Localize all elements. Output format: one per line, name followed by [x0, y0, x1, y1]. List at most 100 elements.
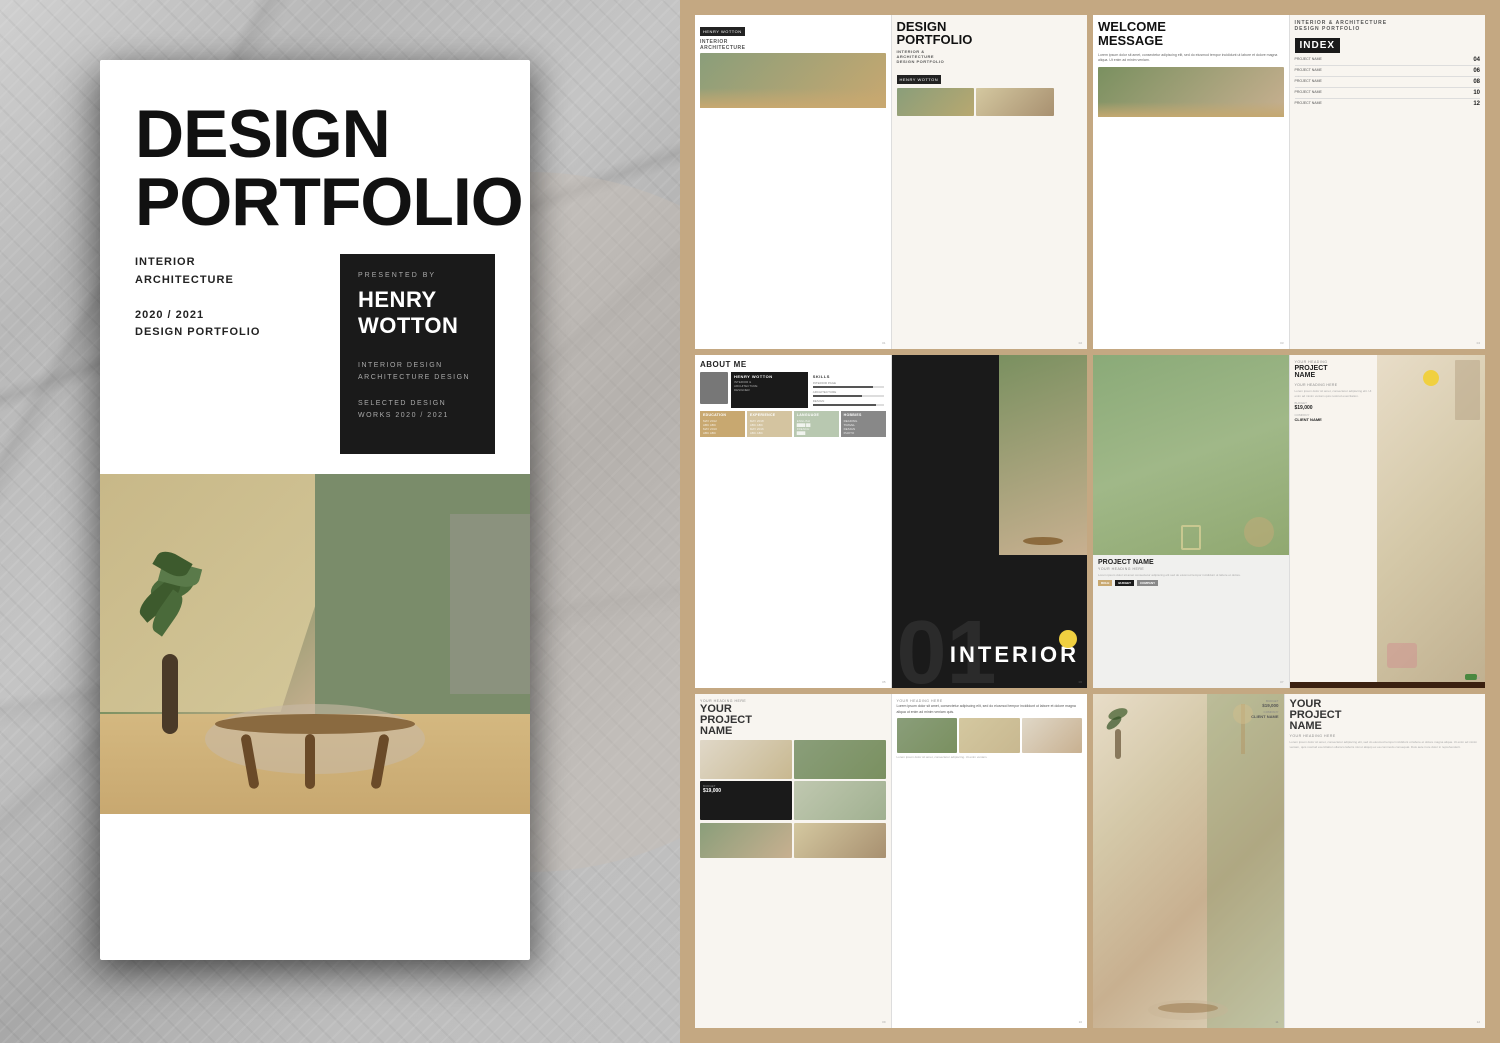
spread1-name-tag: HENRY WOTTON — [700, 27, 745, 36]
section-experience-text: MAY 2018ABC ABCMAY 2016ABC ABC — [750, 419, 789, 436]
spread-4: PROJECT NAME YOUR HEADING HERE Lorem ips… — [1093, 355, 1485, 689]
disc-element — [1244, 517, 1274, 547]
spread4-page-r: 08 — [1477, 676, 1480, 680]
spread3-left: ABOUT ME HENRY WOTTON INTERIOR &ARCHITEC… — [695, 355, 891, 689]
skill-2-bar-bg — [813, 395, 884, 397]
index-item-2-label: PROJECT NAME — [1295, 68, 1322, 74]
chair-element — [1181, 525, 1201, 550]
role-line2: ARCHITECTURE DESIGN — [358, 374, 470, 381]
cover-name: HENRY WOTTON — [358, 287, 477, 340]
spread5r-caption: Lorem ipsum dolor sit amet, consectetur … — [897, 755, 1083, 760]
spread1-title: DESIGNPORTFOLIO — [897, 20, 1083, 46]
spread4-right-label: YOUR HEADING — [1295, 360, 1379, 364]
room-plant-main — [130, 574, 210, 734]
section-hobbies-label: HOBBIES — [844, 413, 883, 417]
spread4-right: YOUR HEADING PROJECTNAME YOUR HEADING HE… — [1290, 355, 1486, 689]
year-line2: DESIGN PORTFOLIO — [135, 326, 260, 338]
spread-2: WELCOMEMESSAGE Lorem ipsum dolor sit ame… — [1093, 15, 1485, 349]
skill-2-label: ARCHITECTURE — [813, 390, 884, 394]
spread6-plant — [1103, 699, 1133, 759]
toy-car — [1465, 674, 1477, 680]
index-item-4-label: PROJECT NAME — [1295, 90, 1322, 96]
spread1-photo1 — [897, 88, 975, 116]
spread5r-small-label: YOUR HEADING HERE — [897, 699, 1083, 703]
cover-role-text: INTERIOR DESIGN ARCHITECTURE DESIGN SELE… — [358, 360, 477, 423]
index-list: PROJECT NAME 04 PROJECT NAME 06 PROJECT … — [1295, 57, 1481, 109]
spread4-tags: ROLE BUDGET COMPANY — [1098, 580, 1284, 586]
spread4-right-project: PROJECTNAME — [1295, 365, 1379, 380]
index-item-5: PROJECT NAME 12 — [1295, 101, 1481, 109]
photo-grid-1 — [700, 740, 792, 779]
cover-black-box: PRESENTED BY HENRY WOTTON INTERIOR DESIG… — [340, 254, 495, 454]
spread3-right: 01 INTERIOR PROJECT NAME LOREM IPSUM PRO… — [892, 355, 1088, 689]
title-line2: PORTFOLIO — [135, 164, 523, 240]
welcome-body: Lorem ipsum dolor sit amet, consectetur … — [1098, 53, 1284, 64]
skill-1-bar-bg — [813, 386, 884, 388]
spread4-company-value: CLIENT NAME — [1295, 417, 1379, 422]
spread4-bottom-bar — [1290, 682, 1486, 688]
subtitle-line2: ARCHITECTURE — [135, 274, 234, 286]
bottom-photo-2 — [794, 823, 886, 858]
spread6-meta: BUDGET $19,000 COMPANY CLIENT NAME — [1251, 699, 1278, 719]
index-item-3-label: PROJECT NAME — [1295, 79, 1322, 85]
spread4-right-body: Lorem ipsum dolor sit amet, consectetur … — [1295, 389, 1379, 398]
skill-3-bar-bg — [813, 404, 884, 406]
cover-main-title: DESIGN PORTFOLIO — [135, 100, 495, 236]
index-item-2-num: 06 — [1473, 68, 1480, 74]
spread6-body: Lorem ipsum dolor sit amet, consectetur … — [1290, 740, 1481, 750]
spread1-label1: INTERIORARCHITECTURE — [700, 39, 886, 51]
spread6-plant-leaves — [1103, 704, 1133, 739]
spread5r-photo2 — [959, 718, 1020, 753]
tag-company: COMPANY — [1137, 580, 1158, 586]
spread4-green-photo — [1093, 355, 1289, 555]
welcome-img — [1098, 67, 1284, 117]
spread3-page-l: 05 — [882, 680, 885, 684]
index-item-4: PROJECT NAME 10 — [1295, 90, 1481, 99]
spread4-page-l: 07 — [1280, 680, 1283, 684]
welcome-title: WELCOMEMESSAGE — [1098, 20, 1284, 49]
pink-chair — [1387, 643, 1417, 668]
cover-subtitle-row: INTERIOR ARCHITECTURE 2020 / 2021 DESIGN… — [135, 254, 495, 454]
right-panel: HENRY WOTTON INTERIORARCHITECTURE 01 DES… — [680, 0, 1500, 1043]
spread2-page-r: 04 — [1477, 341, 1480, 345]
year-line1: 2020 / 2021 — [135, 309, 204, 321]
spread4-budget-value: $19,000 — [1295, 405, 1379, 411]
skill-1-bar-fill — [813, 386, 873, 388]
spread-5: YOUR HEADING HERE YOURPROJECTNAME BUDGET… — [695, 694, 1087, 1028]
photo-grid-3: BUDGET $19,000 — [700, 781, 792, 820]
chapter-word: INTERIOR — [950, 642, 1079, 668]
bottom-photo-1 — [700, 823, 792, 858]
about-me-photo — [700, 372, 728, 404]
spread4-body: Lorem ipsum dolor sit amet consectetur a… — [1098, 573, 1284, 578]
plant-trunk — [162, 654, 178, 734]
spread4-project-name: PROJECT NAME — [1098, 559, 1284, 566]
spread6-left: BUDGET $19,000 COMPANY CLIENT NAME 11 — [1093, 694, 1284, 1028]
cover-photo-section — [100, 474, 530, 814]
spread5r-photo3 — [1022, 718, 1083, 753]
spread6-company: CLIENT NAME — [1251, 714, 1278, 719]
index-item-1: PROJECT NAME 04 — [1295, 57, 1481, 66]
chapter-right-photo — [999, 355, 1087, 555]
spread6-page-l: 11 — [1275, 1020, 1278, 1024]
photo-grid-4 — [794, 781, 886, 820]
spread1-room-img — [700, 53, 886, 108]
spread6-right: YOURPROJECTNAME YOUR HEADING HERE Lorem … — [1285, 694, 1486, 1028]
gray-accent-box — [450, 514, 530, 694]
section-hobbies: HOBBIES READINGTRAVELDESIGNPHOTO — [841, 411, 886, 438]
role-line1: INTERIOR DESIGN — [358, 362, 443, 369]
cover-top-section: DESIGN PORTFOLIO INTERIOR ARCHITECTURE 2… — [100, 60, 530, 474]
presented-by-label: PRESENTED BY — [358, 272, 477, 279]
spread2-right: INTERIOR & ARCHITECTUREDESIGN PORTFOLIO … — [1290, 15, 1486, 349]
index-item-3: PROJECT NAME 08 — [1295, 79, 1481, 88]
spread1-page-num: 01 — [882, 341, 885, 345]
coffee-table — [215, 714, 415, 734]
spread6-room-photo — [1093, 694, 1284, 1028]
section-language: LANGUAGE ENGLISH████ ██FRENCH████ — [794, 411, 839, 438]
section-language-text: ENGLISH████ ██FRENCH████ — [797, 419, 836, 436]
skill-2-bar-fill — [813, 395, 863, 397]
index-item-3-num: 08 — [1473, 79, 1480, 85]
spread5-left: YOUR HEADING HERE YOURPROJECTNAME BUDGET… — [695, 694, 891, 1028]
spread4-right-photo — [1377, 355, 1485, 689]
spread2-left: WELCOMEMESSAGE Lorem ipsum dolor sit ame… — [1093, 15, 1289, 349]
shelf-unit — [1455, 360, 1480, 420]
